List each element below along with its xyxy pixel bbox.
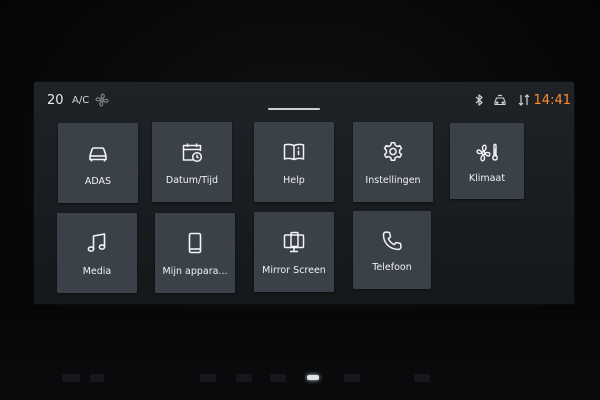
tile-label: Media	[82, 266, 112, 277]
tile-label: Mijn appara...	[162, 266, 228, 277]
status-bar: 20 A/C 14:41	[34, 82, 574, 118]
tile-label: Mirror Screen	[262, 265, 326, 276]
tile-label: Klimaat	[468, 173, 506, 184]
fan-status-icon[interactable]	[94, 92, 110, 108]
tile-telefoon[interactable]: Telefoon	[353, 211, 431, 289]
dashboard-lower-panel	[0, 310, 600, 400]
book-info-icon	[282, 140, 306, 164]
tile-help[interactable]: Help	[254, 122, 334, 202]
drawer-handle[interactable]	[268, 108, 320, 110]
temperature-readout[interactable]: 20	[47, 93, 64, 108]
gear-icon	[381, 140, 405, 164]
hw-button[interactable]	[270, 374, 286, 382]
hw-button[interactable]	[414, 374, 430, 382]
tile-label: Instellingen	[365, 175, 421, 186]
music-note-icon	[85, 231, 109, 255]
tile-label: ADAS	[84, 176, 112, 187]
bluetooth-icon	[472, 93, 486, 107]
tile-klimaat[interactable]: Klimaat	[450, 123, 524, 199]
phone-icon	[380, 229, 404, 253]
smartphone-icon	[183, 231, 207, 255]
hw-indicator-led	[307, 375, 319, 380]
hw-button[interactable]	[62, 374, 80, 382]
tile-datum-tijd[interactable]: Datum/Tijd	[152, 122, 232, 202]
clock: 14:41	[533, 93, 571, 108]
hw-button[interactable]	[236, 374, 252, 382]
tile-instellingen[interactable]: Instellingen	[353, 122, 433, 202]
hw-button[interactable]	[344, 374, 360, 382]
fan-thermometer-icon	[475, 141, 499, 165]
connected-car-icon	[492, 93, 508, 107]
tile-mirror-screen[interactable]: Mirror Screen	[254, 212, 334, 292]
mirror-screen-icon	[282, 230, 306, 254]
tile-label: Datum/Tijd	[165, 175, 219, 186]
infotainment-screen: 20 A/C 14:41 ADAS Datum/Tijd Help Instel…	[34, 82, 574, 304]
tile-label: Telefoon	[372, 262, 412, 273]
tile-label: Help	[283, 175, 305, 186]
tile-adas[interactable]: ADAS	[58, 123, 138, 203]
signal-transfer-icon	[517, 93, 531, 107]
car-icon	[86, 141, 110, 165]
hw-button[interactable]	[90, 374, 104, 382]
tile-media[interactable]: Media	[57, 213, 137, 293]
tile-mijn-apparaten[interactable]: Mijn appara...	[155, 213, 235, 293]
calendar-clock-icon	[180, 140, 204, 164]
hw-button[interactable]	[200, 374, 216, 382]
ac-indicator[interactable]: A/C	[72, 95, 89, 106]
